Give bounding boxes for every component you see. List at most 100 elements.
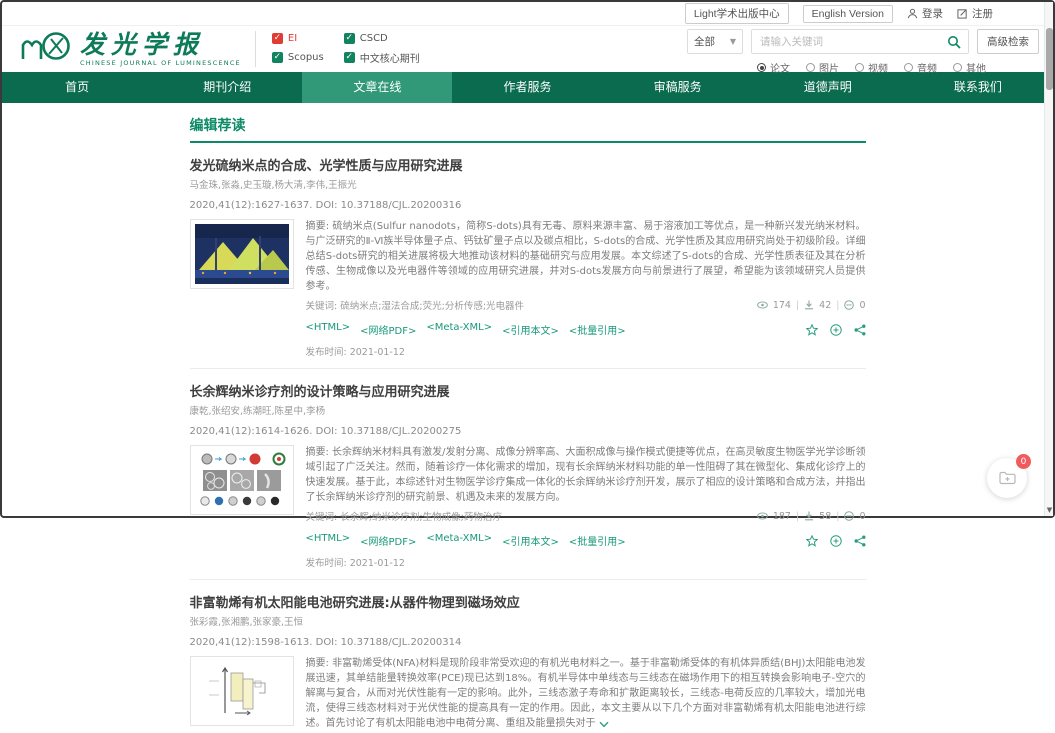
main-nav: 首页 期刊介绍 文章在线 作者服务 审稿服务 道德声明 联系我们 <box>2 72 1053 103</box>
collection-count-badge: 0 <box>1016 454 1031 469</box>
journal-homepage: { "ui": { "sep": "|" }, "topbar": { "cen… <box>0 0 1055 518</box>
radio-icon <box>806 63 815 72</box>
article-citation: 2020,41(12):1627-1637. DOI: 10.37188/CJL… <box>190 200 866 211</box>
badge-scopus: ✓ Scopus <box>272 50 324 65</box>
radio-icon <box>953 63 962 72</box>
scrollbar[interactable]: ▼ <box>1044 2 1053 516</box>
article-item: 长余辉纳米诊疗剂的设计策略与应用研究进展 康乾,张绍安,练潮旺,陈星中,李杨 2… <box>190 369 866 580</box>
radio-image[interactable]: 图片 <box>806 60 839 75</box>
article-stats: 174 | 42 | 0 <box>757 300 866 311</box>
html-link[interactable]: <HTML> <box>306 322 351 337</box>
site-header: 发光学报 CHINESE JOURNAL OF LUMINESCENCE ✓ E… <box>2 26 1053 72</box>
article-keywords: 关键词: 长余辉;纳米诊疗剂;生物成像;药物治疗 <box>306 509 502 523</box>
register-icon <box>957 8 968 19</box>
section-title: 编辑荐读 <box>190 118 246 134</box>
checkbox-checked-icon: ✓ <box>272 52 283 63</box>
article-citation: 2020,41(12):1614-1626. DOI: 10.37188/CJL… <box>190 426 866 437</box>
add-circle-icon[interactable] <box>830 324 842 336</box>
folder-plus-icon <box>999 471 1016 485</box>
article-stats: 187 | 58 | 0 <box>757 511 866 522</box>
nav-contact-us[interactable]: 联系我们 <box>903 72 1053 103</box>
nav-home[interactable]: 首页 <box>2 72 152 103</box>
search-input[interactable] <box>752 36 940 48</box>
article-title[interactable]: 长余辉纳米诊疗剂的设计策略与应用研究进展 <box>190 381 866 400</box>
favorite-star-icon[interactable] <box>806 535 818 547</box>
nanoparticle-figure <box>195 450 289 510</box>
sulfur-piles-photo <box>195 224 289 284</box>
favorite-star-icon[interactable] <box>806 324 818 336</box>
nav-articles-online[interactable]: 文章在线 <box>302 72 452 103</box>
search-icon[interactable] <box>940 35 968 49</box>
add-circle-icon[interactable] <box>830 535 842 547</box>
register-link[interactable]: 注册 <box>957 6 993 21</box>
nav-journal-intro[interactable]: 期刊介绍 <box>152 72 302 103</box>
scrollbar-thumb[interactable] <box>1046 28 1053 90</box>
article-keywords: 关键词: 硫纳米点;湿法合成;荧光;分析传感;光电器件 <box>306 298 525 312</box>
comments-icon <box>844 300 854 310</box>
pdf-link[interactable]: <网络PDF> <box>360 533 416 548</box>
radio-other[interactable]: 其他 <box>953 60 986 75</box>
radio-icon <box>904 63 913 72</box>
article-item: 非富勒烯有机太阳能电池研究进展:从器件物理到磁场效应 张彩霞,张湘鹏,张家豪,王… <box>190 580 866 733</box>
article-thumbnail[interactable] <box>190 445 294 515</box>
cite-article-link[interactable]: <引用本文> <box>502 322 559 337</box>
light-publishing-center-button[interactable]: Light学术出版中心 <box>685 3 789 24</box>
nav-ethics-statement[interactable]: 道德声明 <box>753 72 903 103</box>
editor-picks-section: 编辑荐读 发光硫纳米点的合成、光学性质与应用研究进展 马金珠,张淼,史玉璇,杨大… <box>190 103 866 733</box>
header-divider <box>255 31 256 67</box>
batch-cite-link[interactable]: <批量引用> <box>569 533 626 548</box>
article-item: 发光硫纳米点的合成、光学性质与应用研究进展 马金珠,张淼,史玉璇,杨大清,李伟,… <box>190 143 866 369</box>
article-pubdate: 发布时间: 2021-01-12 <box>306 555 866 569</box>
radio-audio[interactable]: 音频 <box>904 60 937 75</box>
nav-review-services[interactable]: 审稿服务 <box>603 72 753 103</box>
chevron-down-icon: ▼ <box>730 37 736 46</box>
comments-icon <box>844 511 854 521</box>
share-icon[interactable] <box>854 535 866 547</box>
english-version-button[interactable]: English Version <box>803 5 893 23</box>
radio-icon <box>855 63 864 72</box>
article-authors: 康乾,张绍安,练潮旺,陈星中,李杨 <box>190 403 866 417</box>
section-header: 编辑荐读 <box>190 115 866 143</box>
article-thumbnail[interactable] <box>190 656 294 726</box>
article-authors: 张彩霞,张湘鹏,张家豪,王恒 <box>190 614 866 628</box>
badge-ei: ✓ EI <box>272 33 324 44</box>
article-abstract: 摘要: 硫纳米点(Sulfur nanodots，简称S-dots)具有无毒、原… <box>306 219 866 294</box>
meta-xml-link[interactable]: <Meta-XML> <box>426 322 492 337</box>
checkbox-checked-icon: ✓ <box>272 33 283 44</box>
expand-abstract-icon[interactable] <box>599 718 609 733</box>
article-abstract: 摘要: 长余辉纳米材料具有激发/发射分离、成像分辨率高、大面积成像与操作模式便捷… <box>306 445 866 505</box>
html-link[interactable]: <HTML> <box>306 533 351 548</box>
login-link[interactable]: 登录 <box>907 6 943 21</box>
article-title[interactable]: 发光硫纳米点的合成、光学性质与应用研究进展 <box>190 155 866 174</box>
downloads-icon <box>804 511 814 521</box>
collection-folder-button[interactable]: 0 <box>987 458 1027 498</box>
share-icon[interactable] <box>854 324 866 336</box>
radio-video[interactable]: 视频 <box>855 60 888 75</box>
article-thumbnail[interactable] <box>190 219 294 289</box>
article-format-links: <HTML> <网络PDF> <Meta-XML> <引用本文> <批量引用> <box>306 533 626 548</box>
badge-core-journal: ✓ 中文核心期刊 <box>344 50 420 65</box>
meta-xml-link[interactable]: <Meta-XML> <box>426 533 492 548</box>
scrollbar-down-arrow[interactable]: ▼ <box>1045 506 1054 514</box>
views-icon <box>757 301 768 309</box>
views-icon <box>757 512 768 520</box>
journal-emblem-icon <box>20 29 72 69</box>
journal-logo[interactable]: 发光学报 CHINESE JOURNAL OF LUMINESCENCE <box>20 29 241 69</box>
pdf-link[interactable]: <网络PDF> <box>360 322 416 337</box>
article-title[interactable]: 非富勒烯有机太阳能电池研究进展:从器件物理到磁场效应 <box>190 592 866 611</box>
article-abstract: 摘要: 非富勒烯受体(NFA)材料是现阶段非常受欢迎的有机光电材料之一。基于非富… <box>306 656 866 733</box>
device-diagram <box>195 661 289 721</box>
radio-paper[interactable]: 论文 <box>757 60 790 75</box>
search-category-select[interactable]: 全部 ▼ <box>687 29 743 54</box>
cite-article-link[interactable]: <引用本文> <box>502 533 559 548</box>
advanced-search-button[interactable]: 高级检索 <box>977 29 1039 54</box>
index-badges: ✓ EI ✓ CSCD ✓ Scopus ✓ 中文核心期刊 <box>272 33 420 65</box>
top-utility-bar: Light学术出版中心 English Version 登录 注册 <box>2 2 1053 26</box>
nav-author-services[interactable]: 作者服务 <box>452 72 602 103</box>
batch-cite-link[interactable]: <批量引用> <box>569 322 626 337</box>
search-type-radios: 论文 图片 视频 音频 其他 <box>687 60 1039 75</box>
search-box <box>751 29 969 54</box>
article-pubdate: 发布时间: 2021-01-12 <box>306 344 866 358</box>
article-citation: 2020,41(12):1598-1613. DOI: 10.37188/CJL… <box>190 637 866 648</box>
journal-name-en: CHINESE JOURNAL OF LUMINESCENCE <box>80 59 241 67</box>
